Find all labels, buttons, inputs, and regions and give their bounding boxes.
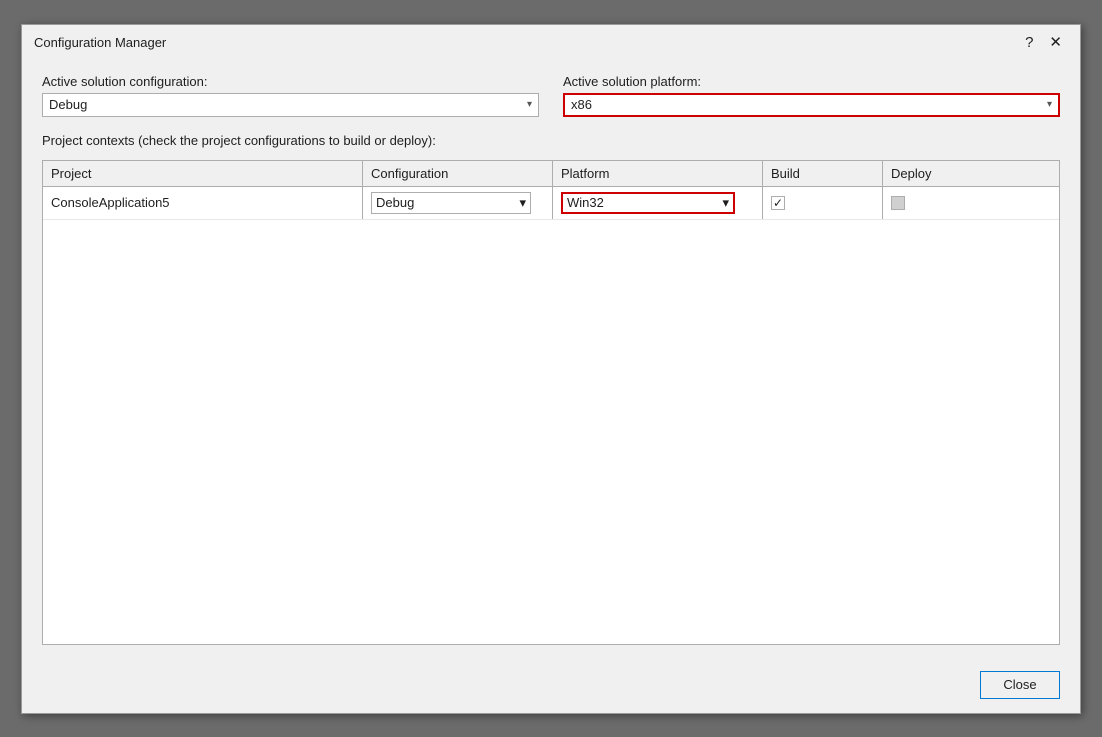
title-bar: Configuration Manager ? ✕ — [22, 25, 1080, 58]
row-platform-arrow: ▾ — [722, 195, 729, 211]
configuration-dropdown[interactable]: Debug ▾ — [42, 93, 539, 117]
configuration-value: Debug — [49, 97, 87, 112]
header-build: Build — [763, 161, 883, 186]
title-bar-controls: ? ✕ — [1019, 33, 1068, 52]
platform-dropdown-arrow: ▾ — [1047, 99, 1052, 110]
platform-dropdown[interactable]: x86 ▾ — [563, 93, 1060, 117]
cell-deploy — [883, 187, 1003, 219]
platform-label: Active solution platform: — [563, 74, 1060, 89]
close-button[interactable]: Close — [980, 671, 1060, 699]
top-controls: Active solution configuration: Debug ▾ A… — [42, 74, 1060, 117]
row-configuration-arrow: ▾ — [519, 195, 526, 211]
deploy-checkbox[interactable] — [891, 196, 905, 210]
configuration-group: Active solution configuration: Debug ▾ — [42, 74, 539, 117]
header-project: Project — [43, 161, 363, 186]
platform-group: Active solution platform: x86 ▾ — [563, 74, 1060, 117]
dialog-title: Configuration Manager — [34, 35, 166, 50]
row-configuration-value: Debug — [376, 195, 414, 210]
cell-project: ConsoleApplication5 — [43, 187, 363, 219]
configuration-dropdown-arrow: ▾ — [527, 99, 532, 110]
row-platform-dropdown[interactable]: Win32 ▾ — [561, 192, 735, 214]
cell-platform: Win32 ▾ — [553, 187, 763, 219]
table-row: ConsoleApplication5 Debug ▾ Win32 ▾ — [43, 187, 1059, 220]
table-header: Project Configuration Platform Build Dep… — [43, 161, 1059, 187]
build-checkbox[interactable]: ✓ — [771, 196, 785, 210]
project-contexts-label: Project contexts (check the project conf… — [42, 133, 1060, 148]
close-title-button[interactable]: ✕ — [1043, 33, 1068, 52]
header-configuration: Configuration — [363, 161, 553, 186]
header-deploy: Deploy — [883, 161, 1003, 186]
cell-build: ✓ — [763, 187, 883, 219]
header-platform: Platform — [553, 161, 763, 186]
cell-configuration: Debug ▾ — [363, 187, 553, 219]
platform-value: x86 — [571, 97, 592, 112]
table-body: ConsoleApplication5 Debug ▾ Win32 ▾ — [43, 187, 1059, 220]
row-configuration-dropdown[interactable]: Debug ▾ — [371, 192, 531, 214]
dialog-footer: Close — [22, 661, 1080, 713]
configuration-manager-dialog: Configuration Manager ? ✕ Active solutio… — [21, 24, 1081, 714]
row-platform-value: Win32 — [567, 195, 604, 210]
help-button[interactable]: ? — [1019, 33, 1039, 52]
project-name: ConsoleApplication5 — [51, 195, 170, 210]
project-contexts-table: Project Configuration Platform Build Dep… — [42, 160, 1060, 645]
dialog-content: Active solution configuration: Debug ▾ A… — [22, 58, 1080, 661]
configuration-label: Active solution configuration: — [42, 74, 539, 89]
